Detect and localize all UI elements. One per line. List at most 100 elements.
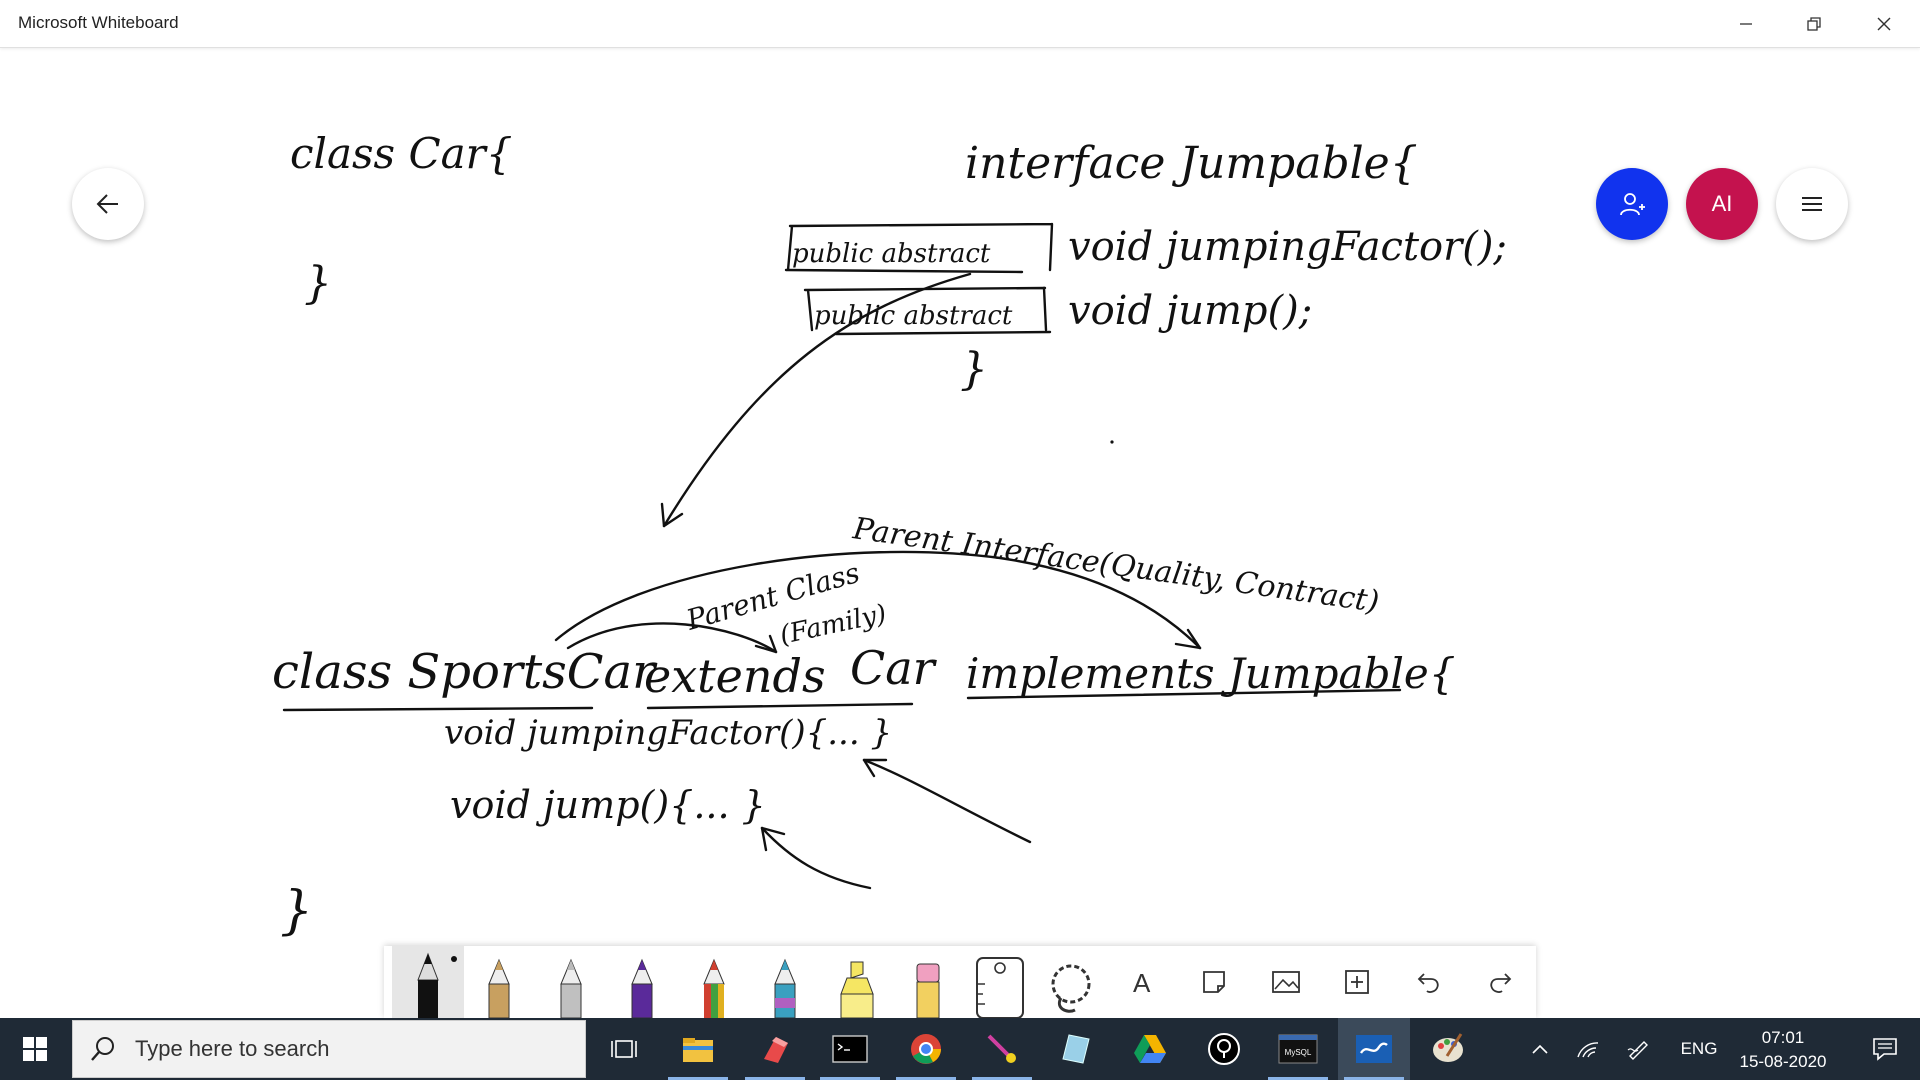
pen-galaxy-tool[interactable] <box>750 946 822 1018</box>
eraser-icon <box>916 963 940 1018</box>
paint-3d-app[interactable] <box>739 1018 811 1080</box>
notepad-icon <box>1062 1034 1090 1064</box>
network-button[interactable] <box>1568 1018 1608 1080</box>
wifi-icon <box>1577 1042 1599 1058</box>
clock[interactable]: 07:01 15-08-2020 <box>1738 1026 1828 1074</box>
ink-underline-extends[interactable] <box>646 702 914 710</box>
back-button[interactable] <box>72 168 144 240</box>
mysql-icon: MySQL <box>1278 1034 1318 1064</box>
chrome-icon <box>911 1034 941 1064</box>
whiteboard-app[interactable] <box>1338 1018 1410 1080</box>
paint-3d-icon <box>764 1037 788 1063</box>
redo-tool[interactable] <box>1465 946 1537 1018</box>
pen-purple-icon <box>631 958 653 1018</box>
search-icon <box>91 1037 114 1061</box>
ink-class-car-close[interactable]: } <box>304 258 332 309</box>
pen-purple-tool[interactable] <box>607 946 679 1018</box>
task-view-button[interactable] <box>588 1018 660 1080</box>
chrome-app[interactable] <box>890 1018 962 1080</box>
ink-method-2[interactable]: void jump(); <box>1068 288 1312 334</box>
ink-public-abstract-1[interactable]: public abstract <box>792 239 991 269</box>
highlighter-tool[interactable] <box>821 946 893 1018</box>
image-tool[interactable] <box>1250 946 1322 1018</box>
task-view-icon <box>611 1040 637 1058</box>
mysql-label: MySQL <box>1285 1048 1312 1057</box>
highlighter-icon <box>840 961 874 1018</box>
snipping-app[interactable] <box>966 1018 1038 1080</box>
ink-sportscar-close[interactable]: } <box>280 881 313 941</box>
pen-rainbow-tool[interactable] <box>678 946 750 1018</box>
arrow-left-icon <box>96 194 118 214</box>
ink-extends-keyword[interactable]: extends <box>644 649 826 703</box>
google-drive-icon <box>1134 1035 1166 1063</box>
note-tool[interactable] <box>1179 946 1251 1018</box>
pen-galaxy-icon <box>774 958 796 1018</box>
ink-public-abstract-2[interactable]: public abstract <box>814 301 1013 331</box>
terminal-icon <box>832 1035 868 1063</box>
ink-arrow-to-method-1[interactable] <box>862 758 1032 844</box>
pen-workspace-button[interactable] <box>1618 1018 1658 1080</box>
restore-button[interactable] <box>1780 0 1848 48</box>
taskbar-search-box[interactable] <box>72 1020 586 1078</box>
lasso-tool[interactable] <box>1036 946 1108 1018</box>
ink-toolbar: A <box>384 946 1536 1018</box>
search-input[interactable] <box>135 1036 555 1062</box>
light-bulb-app[interactable] <box>1188 1018 1260 1080</box>
start-button[interactable] <box>0 1018 70 1080</box>
hamburger-menu-icon <box>1802 197 1822 211</box>
ruler-icon <box>975 957 1024 1018</box>
add-person-icon <box>1620 193 1645 216</box>
menu-button[interactable] <box>1776 168 1848 240</box>
ink-interface-close[interactable]: } <box>960 344 988 395</box>
redo-icon <box>1490 973 1512 993</box>
ink-method-1[interactable]: void jumpingFactor(); <box>1068 224 1507 270</box>
minimize-button[interactable] <box>1712 0 1780 48</box>
ink-impl-method-1[interactable]: void jumpingFactor(){... } <box>444 713 892 753</box>
action-center-button[interactable] <box>1850 1018 1920 1080</box>
pen-gold-icon <box>488 958 510 1018</box>
svg-text:A: A <box>1133 968 1151 997</box>
ink-class-sportscar[interactable]: class SportsCar <box>272 644 658 700</box>
notification-icon <box>1873 1038 1897 1061</box>
language-indicator[interactable]: ENG <box>1664 1018 1734 1080</box>
ink-interface-header[interactable]: interface Jumpable{ <box>965 138 1418 189</box>
pen-gold-tool[interactable] <box>464 946 536 1018</box>
ink-parent-interface-note[interactable]: Parent Interface(Quality, Contract) <box>850 511 1381 620</box>
paint-app[interactable] <box>1412 1018 1484 1080</box>
pen-workspace-icon <box>1627 1041 1648 1060</box>
mysql-app[interactable]: MySQL <box>1262 1018 1334 1080</box>
user-avatar[interactable]: AI <box>1686 168 1758 240</box>
pen-silver-icon <box>560 958 582 1018</box>
app-title: Microsoft Whiteboard <box>18 13 179 32</box>
minimize-icon <box>1740 23 1752 25</box>
ink-class-car[interactable]: class Car{ <box>290 129 512 178</box>
ink-arrow-to-method-2[interactable] <box>760 826 872 890</box>
close-button[interactable] <box>1850 0 1918 48</box>
text-icon: A <box>1133 968 1151 997</box>
notepad-app[interactable] <box>1040 1018 1112 1080</box>
ink-impl-method-2[interactable]: void jump(){... } <box>450 783 766 827</box>
ink-car-keyword[interactable]: Car <box>850 641 938 695</box>
pen-black-tool[interactable] <box>392 946 464 1018</box>
text-tool[interactable]: A <box>1107 946 1179 1018</box>
clock-time: 07:01 <box>1761 1028 1805 1047</box>
ink-stray-dot[interactable] <box>1110 440 1114 444</box>
avatar-initials: AI <box>1711 191 1733 216</box>
windows-logo-icon <box>23 1037 47 1061</box>
ruler-tool[interactable] <box>964 946 1036 1018</box>
terminal-app[interactable] <box>814 1018 886 1080</box>
paint-icon <box>1433 1033 1463 1062</box>
note-icon <box>1203 971 1226 993</box>
insert-tool[interactable] <box>1322 946 1394 1018</box>
ink-underline-sportscar[interactable] <box>282 706 594 712</box>
snipping-icon <box>987 1034 1016 1063</box>
eraser-tool[interactable] <box>893 946 965 1018</box>
whiteboard-canvas[interactable]: class Car{ } interface Jumpable{ public … <box>0 48 1920 1018</box>
show-hidden-icons-button[interactable] <box>1520 1018 1560 1080</box>
file-explorer-app[interactable] <box>662 1018 734 1080</box>
restore-icon <box>1807 17 1821 31</box>
google-drive-app[interactable] <box>1114 1018 1186 1080</box>
pen-silver-tool[interactable] <box>535 946 607 1018</box>
invite-button[interactable] <box>1596 168 1668 240</box>
undo-tool[interactable] <box>1393 946 1465 1018</box>
